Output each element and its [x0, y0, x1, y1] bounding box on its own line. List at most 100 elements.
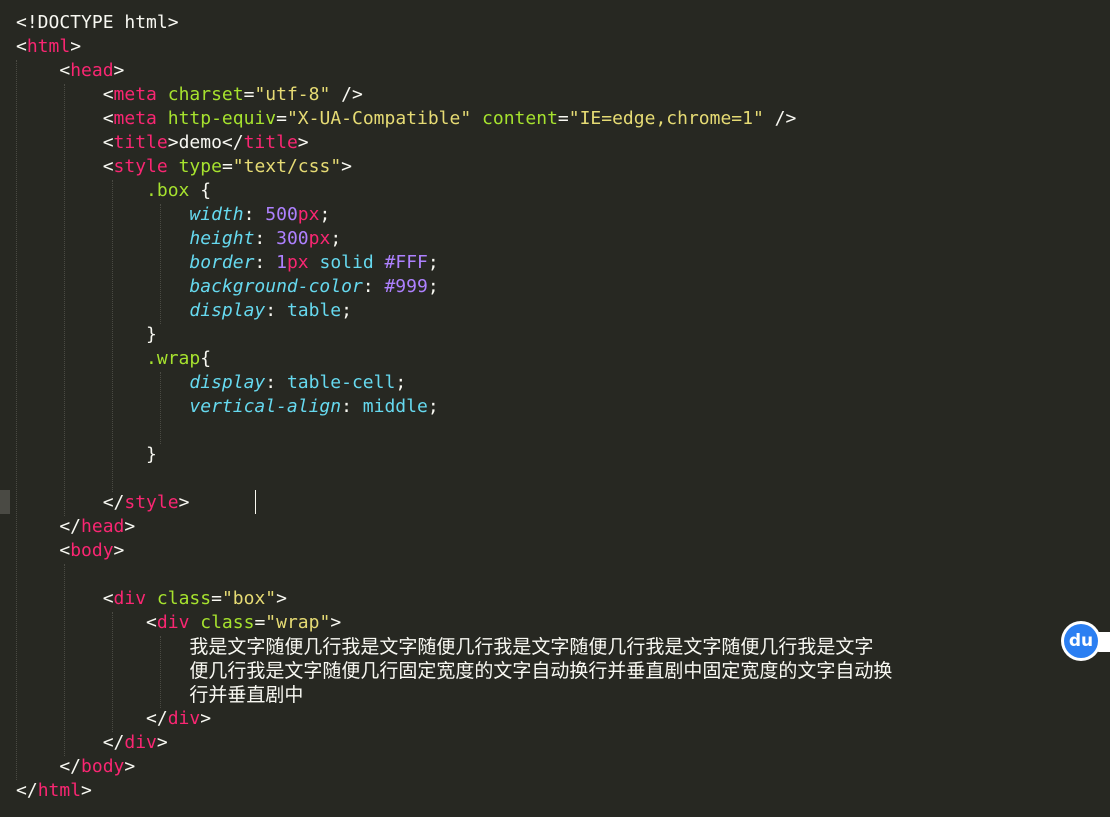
- code-token: body: [70, 540, 114, 561]
- code-line[interactable]: 我是文字随便几行我是文字随便几行我是文字随便几行我是文字随便几行我是文字: [16, 635, 873, 659]
- code-token: div: [124, 732, 157, 753]
- code-line[interactable]: </style>: [16, 491, 190, 515]
- code-token: >: [70, 36, 82, 57]
- code-token: ;: [395, 372, 407, 393]
- code-line[interactable]: <html>: [16, 35, 81, 59]
- code-line[interactable]: <title>demo</title>: [16, 131, 309, 155]
- code-token: >: [124, 756, 136, 777]
- baidu-du-icon[interactable]: du: [1064, 624, 1098, 658]
- code-token: <: [16, 612, 157, 633]
- code-token: </: [16, 708, 168, 729]
- code-line[interactable]: <meta http-equiv="X-UA-Compatible" conte…: [16, 107, 797, 131]
- code-token: title: [243, 132, 298, 153]
- code-token: "IE=edge,chrome=1": [568, 108, 764, 129]
- code-token: :: [265, 300, 287, 321]
- code-line[interactable]: <div class="wrap">: [16, 611, 341, 635]
- code-token: meta: [113, 84, 157, 105]
- code-token: >: [81, 780, 92, 801]
- code-token: background-color: [189, 276, 363, 297]
- code-line[interactable]: 便几行我是文字随便几行固定宽度的文字自动换行并垂直剧中固定宽度的文字自动换: [16, 659, 892, 683]
- code-token: :: [341, 396, 363, 417]
- code-token: <: [16, 540, 71, 561]
- code-line[interactable]: </head>: [16, 515, 135, 539]
- code-token: ;: [427, 252, 439, 273]
- code-token: table-cell: [286, 372, 396, 393]
- code-token: }: [16, 444, 157, 465]
- code-line[interactable]: <div class="box">: [16, 587, 287, 611]
- code-token: :: [254, 228, 277, 249]
- code-token: type: [178, 156, 222, 177]
- code-token: table: [286, 300, 342, 321]
- code-token: "box": [221, 588, 277, 609]
- code-line[interactable]: </div>: [16, 731, 168, 755]
- code-token: 1: [276, 252, 287, 273]
- code-editor[interactable]: <!DOCTYPE html> <html> <head> <meta chars…: [0, 0, 1110, 817]
- code-token: :: [265, 372, 287, 393]
- code-token: </: [16, 780, 38, 801]
- code-token: border: [189, 252, 255, 273]
- code-token: class: [156, 588, 212, 609]
- code-line[interactable]: border: 1px solid #FFF;: [16, 251, 439, 275]
- code-line[interactable]: <head>: [16, 59, 124, 83]
- code-line[interactable]: }: [16, 323, 157, 347]
- code-token: =: [243, 84, 255, 105]
- code-line[interactable]: <body>: [16, 539, 124, 563]
- code-token: >demo</: [167, 132, 244, 153]
- code-token: <: [16, 132, 114, 153]
- code-line[interactable]: vertical-align: middle;: [16, 395, 438, 419]
- code-token: div: [113, 588, 147, 609]
- code-token: ;: [427, 276, 439, 297]
- code-token: {: [200, 348, 212, 369]
- code-token: >: [276, 588, 287, 609]
- code-line[interactable]: width: 500px;: [16, 203, 330, 227]
- code-line[interactable]: </body>: [16, 755, 135, 779]
- code-line[interactable]: .wrap{: [16, 347, 211, 371]
- code-token: ;: [341, 300, 352, 321]
- code-line[interactable]: .box {: [16, 179, 211, 203]
- code-line[interactable]: display: table-cell;: [16, 371, 406, 395]
- code-line[interactable]: display: table;: [16, 299, 352, 323]
- code-token: charset: [167, 84, 244, 105]
- code-token: "text/css": [232, 156, 342, 177]
- code-token: <: [16, 36, 27, 57]
- code-line[interactable]: height: 300px;: [16, 227, 341, 251]
- code-token: >: [124, 516, 136, 537]
- code-line[interactable]: <meta charset="utf-8" />: [16, 83, 363, 107]
- code-token: content: [482, 108, 558, 129]
- code-token: ;: [319, 204, 331, 225]
- code-token: title: [113, 132, 168, 153]
- code-line[interactable]: </div>: [16, 707, 211, 731]
- code-line[interactable]: <style type="text/css">: [16, 155, 352, 179]
- code-token: display: [189, 372, 266, 393]
- code-line[interactable]: }: [16, 443, 157, 467]
- code-token: >: [113, 540, 125, 561]
- code-token: px: [297, 204, 320, 225]
- code-token: ;: [330, 228, 342, 249]
- code-line[interactable]: </html>: [16, 779, 92, 803]
- code-token: >: [113, 60, 125, 81]
- code-token: vertical-align: [189, 396, 342, 417]
- current-line-gutter-marker: [0, 490, 10, 514]
- code-token: =: [221, 156, 233, 177]
- code-token: </: [16, 492, 125, 513]
- code-token: }: [16, 324, 157, 345]
- code-token: "utf-8": [254, 84, 331, 105]
- code-token: 我是文字随便几行我是文字随便几行我是文字随便几行我是文字随便几行我是文字: [189, 636, 874, 658]
- code-token: style: [124, 492, 179, 513]
- code-line[interactable]: <!DOCTYPE html>: [16, 11, 179, 35]
- code-line[interactable]: 行并垂直剧中: [16, 683, 303, 707]
- code-line[interactable]: background-color: #999;: [16, 275, 439, 299]
- code-token: head: [70, 60, 114, 81]
